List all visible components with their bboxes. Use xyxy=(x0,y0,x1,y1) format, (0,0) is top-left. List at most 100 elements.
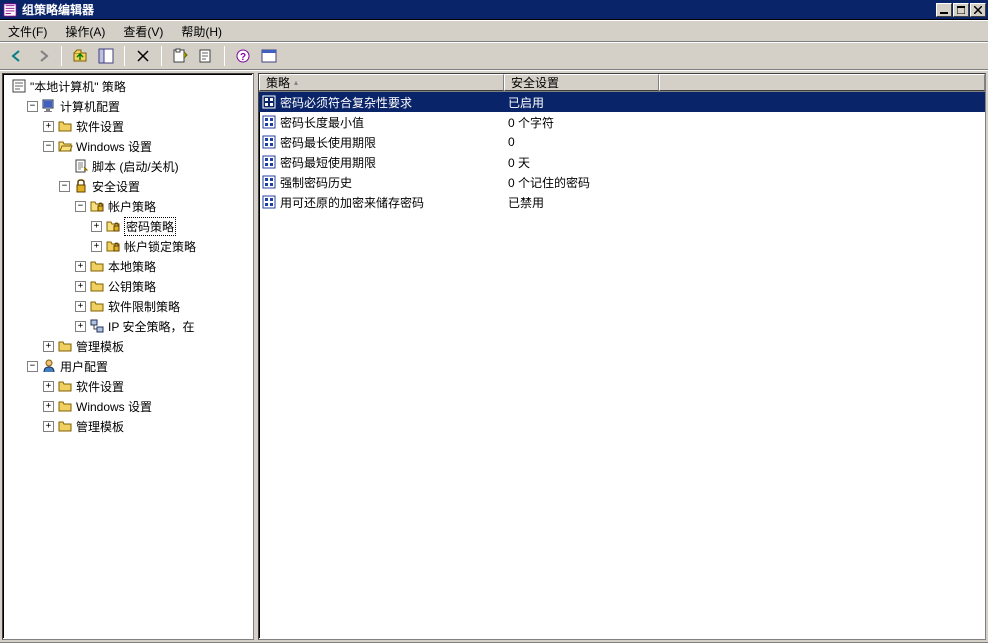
tree-user-windows[interactable]: + Windows 设置 xyxy=(5,396,251,416)
tree-ip-security[interactable]: + IP 安全策略，在 xyxy=(5,316,251,336)
menu-action[interactable]: 操作(A) xyxy=(65,23,105,40)
tree-user-admin-templates[interactable]: + 管理模板 xyxy=(5,416,251,436)
tree-label: IP 安全策略，在 xyxy=(108,318,194,335)
tree-label: 软件设置 xyxy=(76,118,124,135)
folder-icon xyxy=(57,338,73,354)
expand-icon[interactable]: + xyxy=(43,421,54,432)
folder-lock-icon xyxy=(105,238,121,254)
collapse-icon[interactable]: − xyxy=(75,201,86,212)
expand-icon[interactable]: + xyxy=(75,261,86,272)
tree-software-restriction[interactable]: + 软件限制策略 xyxy=(5,296,251,316)
tree-password-policy[interactable]: + 密码策略 xyxy=(5,216,251,236)
show-hide-tree-button[interactable] xyxy=(95,45,117,67)
list-row[interactable]: 密码最短使用期限 0 天 xyxy=(259,152,985,172)
tree-label: 帐户锁定策略 xyxy=(124,238,196,255)
folder-lock-icon xyxy=(105,218,121,234)
tree-label: 管理模板 xyxy=(76,418,124,435)
menu-file[interactable]: 文件(F) xyxy=(8,23,47,40)
list-body: 密码必须符合复杂性要求已启用密码长度最小值0 个字符密码最长使用期限0密码最短使… xyxy=(259,92,985,212)
column-label: 安全设置 xyxy=(511,74,559,91)
list-row[interactable]: 密码长度最小值0 个字符 xyxy=(259,112,985,132)
back-button[interactable] xyxy=(6,45,28,67)
tree-local-policy[interactable]: + 本地策略 xyxy=(5,256,251,276)
window-title: 组策略编辑器 xyxy=(22,1,936,18)
list-row[interactable]: 强制密码历史0 个记住的密码 xyxy=(259,172,985,192)
list-row[interactable]: 密码最长使用期限0 xyxy=(259,132,985,152)
policy-name: 密码最短使用期限 xyxy=(280,154,376,171)
expand-icon[interactable]: + xyxy=(43,401,54,412)
menu-help[interactable]: 帮助(H) xyxy=(181,23,222,40)
tree-scripts[interactable]: 脚本 (启动/关机) xyxy=(5,156,251,176)
toolbar-separator xyxy=(61,46,62,66)
column-setting[interactable]: 安全设置 xyxy=(504,74,659,91)
minimize-button[interactable] xyxy=(936,3,952,17)
tree-label: 本地策略 xyxy=(108,258,156,275)
expand-icon[interactable]: + xyxy=(75,281,86,292)
policy-item-icon xyxy=(261,154,277,170)
tree-user-config[interactable]: − 用户配置 xyxy=(5,356,251,376)
tree-software-settings[interactable]: + 软件设置 xyxy=(5,116,251,136)
expand-icon[interactable]: + xyxy=(75,301,86,312)
policy-value: 0 xyxy=(504,135,659,149)
folder-icon xyxy=(57,118,73,134)
column-label: 策略 xyxy=(266,74,290,91)
collapse-icon[interactable]: − xyxy=(27,101,38,112)
close-button[interactable] xyxy=(970,3,986,17)
tree-lockout-policy[interactable]: + 帐户锁定策略 xyxy=(5,236,251,256)
column-spacer xyxy=(659,74,985,91)
column-policy[interactable]: 策略 ▴ xyxy=(259,74,504,91)
list-header: 策略 ▴ 安全设置 xyxy=(259,74,985,92)
collapse-icon[interactable]: − xyxy=(27,361,38,372)
toolbar-separator xyxy=(161,46,162,66)
title-bar: 组策略编辑器 xyxy=(0,0,988,20)
policy-value: 0 天 xyxy=(504,154,659,171)
user-icon xyxy=(41,358,57,374)
toolbar: ? xyxy=(0,42,988,70)
app-icon xyxy=(2,2,18,18)
policy-item-icon xyxy=(261,194,277,210)
help-button[interactable]: ? xyxy=(232,45,254,67)
policy-value: 0 个记住的密码 xyxy=(504,174,659,191)
maximize-button[interactable] xyxy=(953,3,969,17)
up-button[interactable] xyxy=(69,45,91,67)
policy-value: 已启用 xyxy=(504,94,659,111)
expand-icon[interactable]: + xyxy=(75,321,86,332)
tree-user-software[interactable]: + 软件设置 xyxy=(5,376,251,396)
menu-view[interactable]: 查看(V) xyxy=(123,23,163,40)
policy-item-icon xyxy=(261,114,277,130)
list-row[interactable]: 用可还原的加密来储存密码已禁用 xyxy=(259,192,985,212)
toolbar-separator xyxy=(124,46,125,66)
export-button[interactable] xyxy=(195,45,217,67)
delete-button[interactable] xyxy=(132,45,154,67)
collapse-icon[interactable]: − xyxy=(43,141,54,152)
forward-button[interactable] xyxy=(32,45,54,67)
policy-item-icon xyxy=(261,94,277,110)
expand-icon[interactable]: + xyxy=(91,241,102,252)
policy-item-icon xyxy=(261,134,277,150)
tree-account-policy[interactable]: − 帐户策略 xyxy=(5,196,251,216)
folder-open-icon xyxy=(57,138,73,154)
tree-admin-templates[interactable]: + 管理模板 xyxy=(5,336,251,356)
svg-text:?: ? xyxy=(240,52,246,63)
menu-bar: 文件(F) 操作(A) 查看(V) 帮助(H) xyxy=(0,20,988,42)
tree-security-settings[interactable]: − 安全设置 xyxy=(5,176,251,196)
properties-button[interactable] xyxy=(169,45,191,67)
tree-label: 公钥策略 xyxy=(108,278,156,295)
expand-icon[interactable]: + xyxy=(43,341,54,352)
refresh-button[interactable] xyxy=(258,45,280,67)
tree-label: 软件限制策略 xyxy=(108,298,180,315)
tree-label: 安全设置 xyxy=(92,178,140,195)
tree-public-key-policy[interactable]: + 公钥策略 xyxy=(5,276,251,296)
tree-label: "本地计算机" 策略 xyxy=(30,78,126,95)
sort-ascending-icon: ▴ xyxy=(294,78,298,87)
expand-icon[interactable]: + xyxy=(43,121,54,132)
folder-icon xyxy=(57,418,73,434)
expand-icon[interactable]: + xyxy=(91,221,102,232)
tree-computer-config[interactable]: − 计算机配置 xyxy=(5,96,251,116)
expand-icon[interactable]: + xyxy=(43,381,54,392)
tree-windows-settings[interactable]: − Windows 设置 xyxy=(5,136,251,156)
tree-root[interactable]: "本地计算机" 策略 xyxy=(5,76,251,96)
collapse-icon[interactable]: − xyxy=(59,181,70,192)
list-row[interactable]: 密码必须符合复杂性要求已启用 xyxy=(259,92,985,112)
list-pane: 策略 ▴ 安全设置 密码必须符合复杂性要求已启用密码长度最小值0 个字符密码最长… xyxy=(258,73,986,640)
